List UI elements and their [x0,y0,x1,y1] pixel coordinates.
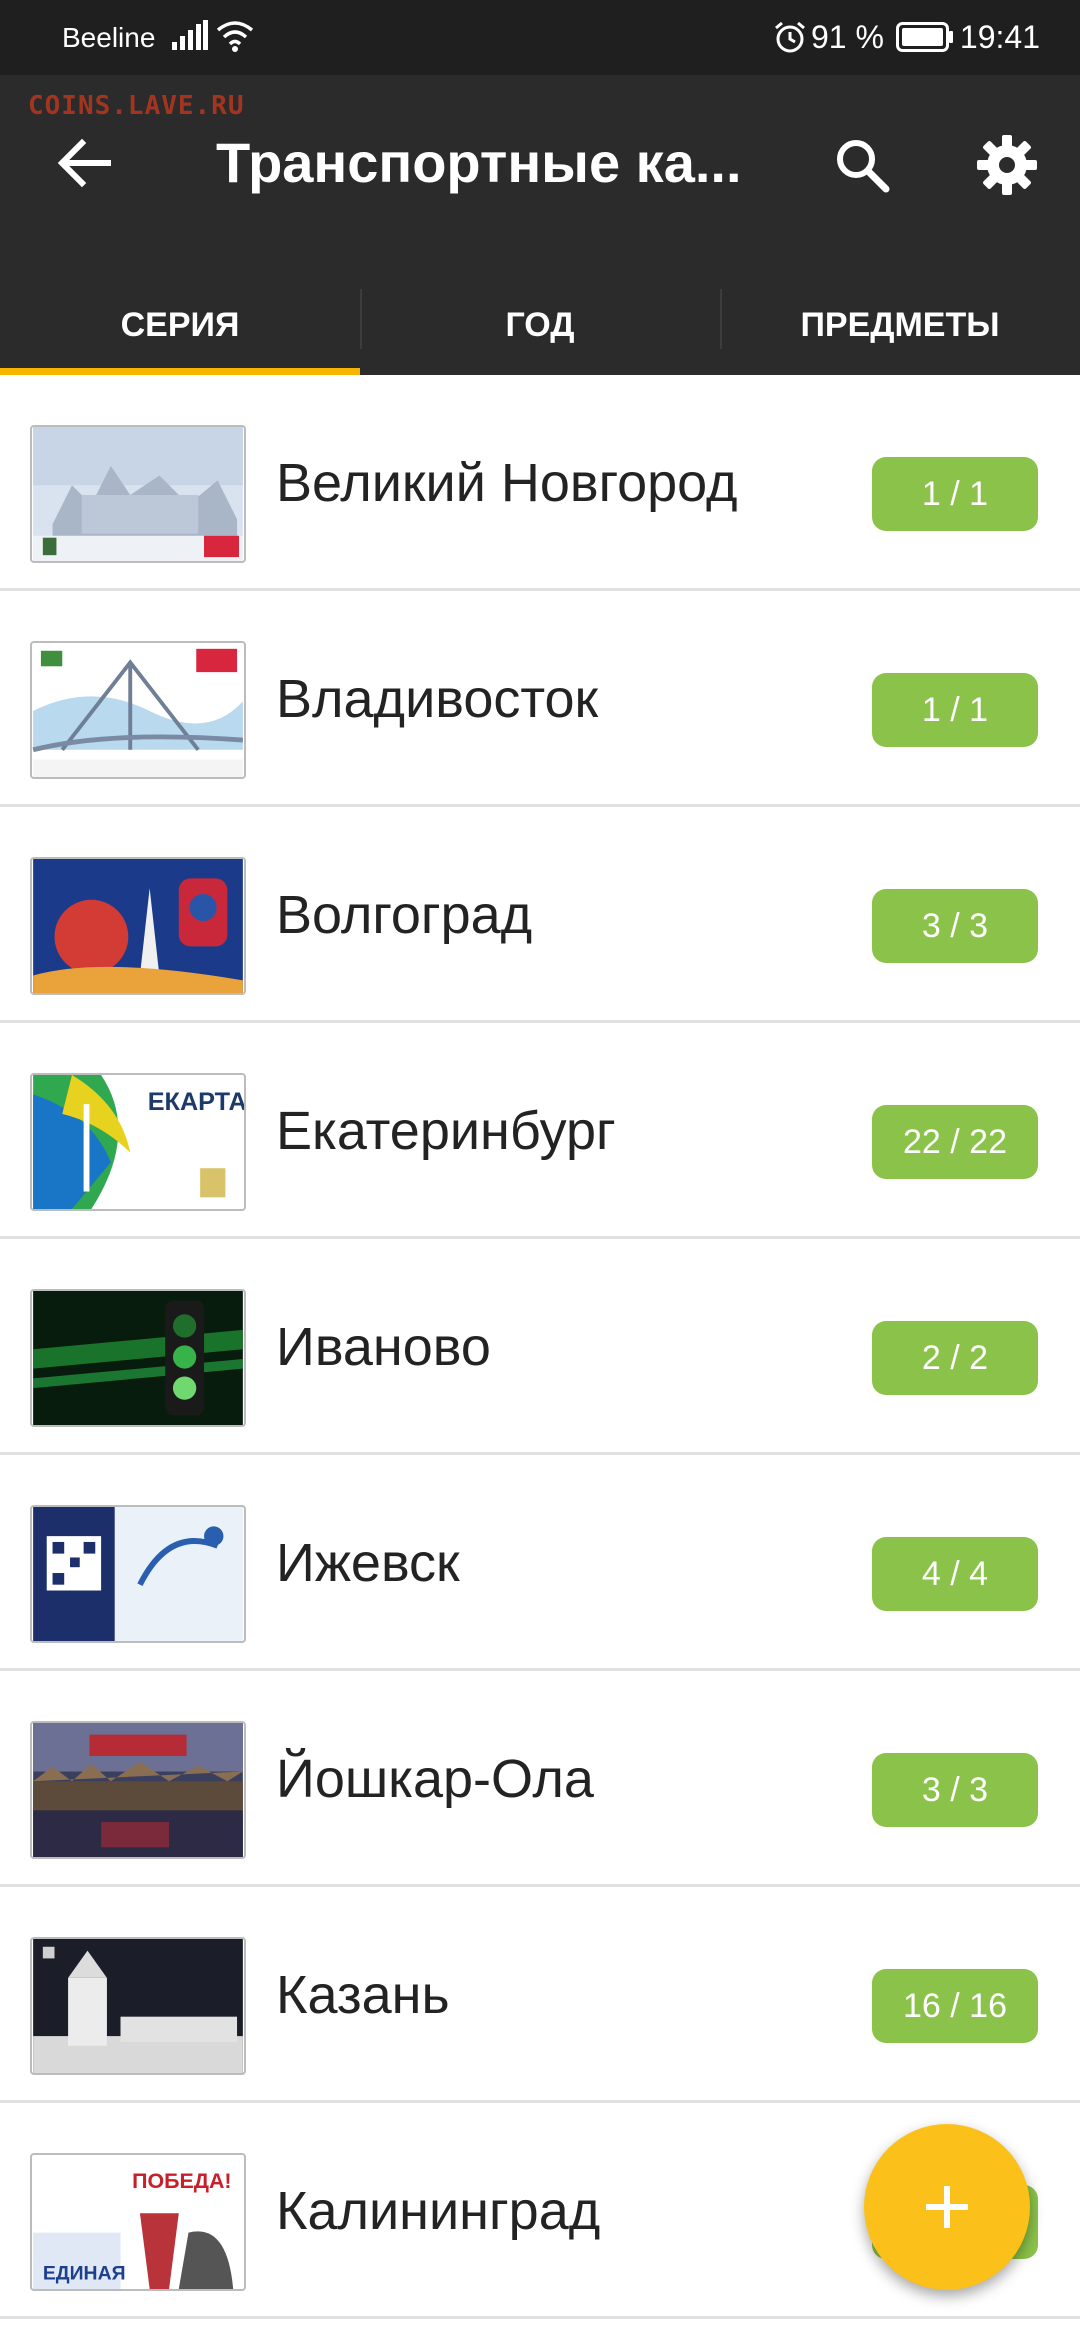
status-bar: Beeline 91 % 19:41 [0,0,1080,75]
list-item[interactable]: Ижевск 4 / 4 [0,1455,1080,1671]
arrow-back-icon [57,138,111,188]
series-name: Екатеринбург [276,1101,616,1161]
card-thumbnail [30,1721,246,1859]
count-badge: 4 / 4 [872,1537,1038,1611]
page-title: Транспортные ка... [216,131,742,194]
count-badge: 3 / 3 [872,1753,1038,1827]
battery-icon [895,22,953,52]
clock-time: 19:41 [959,18,1040,55]
tab-items-label: ПРЕДМЕТЫ [800,305,1000,344]
tab-series[interactable]: СЕРИЯ [0,275,360,375]
card-thumbnail [30,1937,246,2075]
list-item[interactable]: Владивосток 1 / 1 [0,591,1080,807]
count-badge: 3 / 3 [872,889,1038,963]
app-bar: COINS.LAVE.RU Транспортные ка... СЕРИЯ Г… [0,75,1080,375]
series-name: Калининград [276,2181,601,2241]
tab-items[interactable]: ПРЕДМЕТЫ [720,275,1080,375]
list-item[interactable]: Иваново 2 / 2 [0,1239,1080,1455]
series-name: Иваново [276,1317,491,1377]
search-icon [837,140,890,193]
list-item[interactable]: Йошкар-Ола 3 / 3 [0,1671,1080,1887]
series-name: Волгоград [276,885,533,945]
carrier-name: Beeline [62,22,156,53]
tab-series-label: СЕРИЯ [120,305,240,344]
series-name: Казань [276,1965,450,2025]
card-thumbnail [30,857,246,995]
svg-text:ЕКАРТА: ЕКАРТА [148,1088,244,1116]
gear-icon [977,135,1037,195]
card-thumbnail [30,641,246,779]
search-button[interactable] [822,125,902,205]
status-right: 91 % 19:41 [773,17,1040,57]
count-badge: 22 / 22 [872,1105,1038,1179]
card-thumbnail: ЕКАРТА [30,1073,246,1211]
back-button[interactable] [44,123,124,203]
tab-year-label: ГОД [505,305,575,344]
card-thumbnail [30,425,246,563]
list-item[interactable]: ЕКАРТА Екатеринбург 22 / 22 [0,1023,1080,1239]
card-thumbnail [30,1289,246,1427]
battery-percent: 91 % [810,18,884,55]
count-badge: 2 / 2 [872,1321,1038,1395]
add-button[interactable] [864,2124,1030,2290]
wifi-icon [216,21,254,52]
card-thumbnail: ЕДИНАЯ ПОБЕДА! [30,2153,246,2291]
series-name: Йошкар-Ола [276,1749,594,1809]
list-item[interactable]: Казань 16 / 16 [0,1887,1080,2103]
svg-text:ПОБЕДА!: ПОБЕДА! [132,2169,231,2193]
card-thumbnail [30,1505,246,1643]
list-item[interactable]: Великий Новгород 1 / 1 [0,375,1080,591]
watermark: COINS.LAVE.RU [28,91,245,121]
settings-button[interactable] [967,125,1047,205]
series-name: Ижевск [276,1533,460,1593]
count-badge: 1 / 1 [872,457,1038,531]
series-name: Владивосток [276,669,599,729]
tab-bar: СЕРИЯ ГОД ПРЕДМЕТЫ [0,275,1080,375]
tab-year[interactable]: ГОД [360,275,720,375]
plus-icon [926,2186,968,2228]
alarm-icon [775,21,805,53]
count-badge: 16 / 16 [872,1969,1038,2043]
series-name: Великий Новгород [276,453,738,513]
svg-text:ЕДИНАЯ: ЕДИНАЯ [43,2262,126,2284]
list-item[interactable]: Волгоград 3 / 3 [0,807,1080,1023]
count-badge: 1 / 1 [872,673,1038,747]
series-list: Великий Новгород 1 / 1 Владивосток 1 / 1 [0,375,1080,2319]
signal-icon [172,20,208,50]
